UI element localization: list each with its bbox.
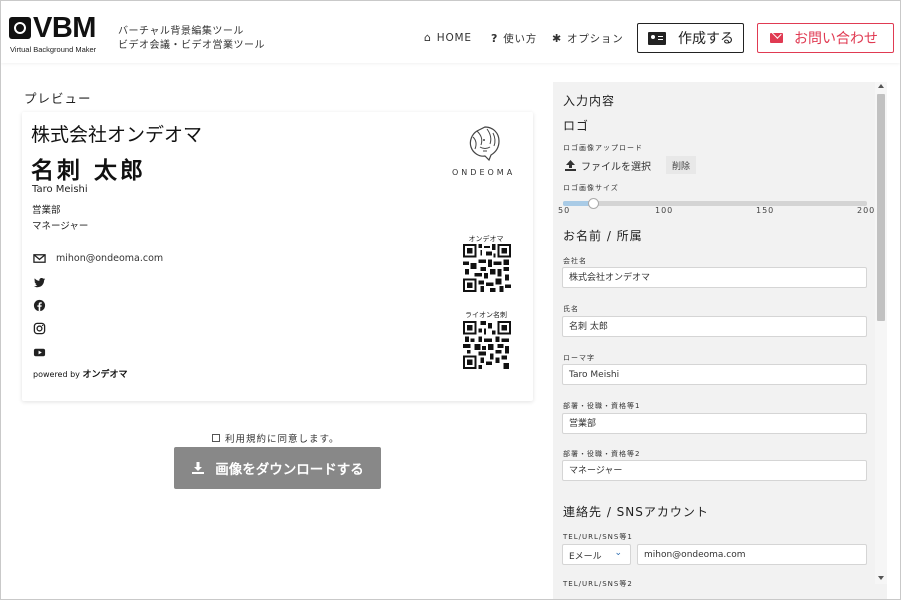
- card-company: 株式会社オンデオマ: [31, 124, 203, 146]
- youtube-icon: [33, 348, 46, 357]
- card-dept1: 営業部: [32, 205, 61, 216]
- business-card-preview: 株式会社オンデオマ 名刺 太郎 Taro Meishi 営業部 マネージャー m…: [22, 112, 533, 401]
- nav-home[interactable]: ⌂ HOME: [424, 31, 472, 44]
- download-icon: [192, 462, 205, 474]
- tel1-label: TEL/URL/SNS等1: [563, 533, 633, 541]
- download-button-label: 画像をダウンロードする: [215, 462, 364, 478]
- card-email-row: mihon@ondeoma.com: [33, 252, 163, 265]
- tagline-line2: ビデオ会議・ビデオ営業ツール: [118, 40, 265, 51]
- twitter-icon: [33, 277, 46, 288]
- dept1-label: 部署・役職・資格等1: [563, 402, 641, 410]
- contact-section-title: 連絡先 / SNSアカウント: [563, 505, 709, 519]
- nav-options-label: オプション: [567, 33, 624, 45]
- card-logo-text: ONDEOMA: [452, 168, 516, 177]
- logo-subtitle: Virtual Background Maker: [10, 45, 97, 54]
- logo-section-title: ロゴ: [563, 119, 590, 133]
- preview-title: プレビュー: [24, 91, 92, 106]
- terms-agree[interactable]: 利用規約に同意します。: [212, 431, 340, 445]
- home-icon: ⌂: [424, 31, 432, 44]
- romaji-label: ローマ字: [563, 354, 595, 362]
- question-icon: ?: [491, 32, 499, 45]
- powered-brand: オンデオマ: [82, 370, 128, 380]
- instagram-icon: [33, 322, 46, 335]
- download-button[interactable]: 画像をダウンロードする: [174, 447, 381, 489]
- logo-text: VBM: [33, 12, 96, 44]
- logo-size-slider[interactable]: [563, 198, 867, 209]
- file-select-label: ファイルを選択: [581, 162, 651, 173]
- header: VBM Virtual Background Maker バーチャル背景編集ツー…: [1, 1, 900, 63]
- file-select-button[interactable]: ファイルを選択: [564, 158, 651, 173]
- scroll-up-icon[interactable]: [878, 84, 884, 88]
- qr-code-2: [463, 321, 511, 369]
- nav-options[interactable]: ✱ オプション: [552, 31, 624, 46]
- dept2-label: 部署・役職・資格等2: [563, 450, 641, 458]
- tel1-value-field[interactable]: mihon@ondeoma.com: [637, 544, 867, 565]
- delete-logo-button[interactable]: 削除: [666, 156, 696, 174]
- scroll-down-icon[interactable]: [878, 576, 884, 580]
- id-card-icon: [648, 31, 666, 45]
- tel1-type-select[interactable]: Eメール ⌄: [562, 544, 631, 565]
- slider-tick-50: 50: [558, 206, 571, 215]
- create-button-label: 作成する: [678, 31, 734, 47]
- slider-tick-200: 200: [857, 206, 876, 215]
- powered-prefix: powered by: [33, 370, 80, 379]
- qr2-label: ライオン名刺: [465, 311, 507, 319]
- panel-scrollbar[interactable]: [875, 82, 887, 584]
- powered-by: powered by オンデオマ: [33, 367, 127, 380]
- qr-code-1: [463, 244, 511, 292]
- nav-home-label: HOME: [436, 32, 472, 44]
- qr1-label: オンデオマ: [468, 235, 504, 243]
- input-section-title: 入力内容: [563, 94, 616, 108]
- envelope-icon: [770, 33, 783, 43]
- logo-mark-icon: [9, 17, 31, 39]
- facebook-icon: [33, 299, 46, 312]
- mail-icon: [33, 254, 46, 263]
- card-name: 名刺 太郎: [31, 158, 147, 184]
- lion-logo-icon: [469, 126, 500, 162]
- card-email: mihon@ondeoma.com: [56, 253, 164, 264]
- company-label: 会社名: [563, 257, 587, 265]
- dept2-field[interactable]: マネージャー: [562, 460, 867, 481]
- contact-button-label: お問い合わせ: [794, 31, 878, 47]
- company-field[interactable]: 株式会社オンデオマ: [562, 267, 867, 288]
- upload-icon: [565, 160, 576, 171]
- tel2-label: TEL/URL/SNS等2: [563, 580, 633, 588]
- vbm-logo[interactable]: VBM Virtual Background Maker: [9, 12, 109, 59]
- logo-upload-label: ロゴ画像アップロード: [563, 144, 643, 152]
- slider-thumb[interactable]: [588, 198, 599, 209]
- asterisk-icon: ✱: [552, 32, 563, 45]
- logo-size-label: ロゴ画像サイズ: [563, 184, 619, 192]
- terms-agree-label: 利用規約に同意します。: [225, 434, 340, 445]
- scroll-thumb[interactable]: [877, 94, 885, 321]
- slider-tick-100: 100: [655, 206, 674, 215]
- tel1-type-value: Eメール: [569, 552, 602, 562]
- slider-tick-150: 150: [756, 206, 775, 215]
- tagline-line1: バーチャル背景編集ツール: [118, 26, 244, 37]
- create-button[interactable]: 作成する: [637, 23, 744, 53]
- name-field[interactable]: 名刺 太郎: [562, 316, 867, 337]
- name-label: 氏名: [563, 305, 579, 313]
- card-romaji: Taro Meishi: [32, 184, 88, 195]
- card-dept2: マネージャー: [32, 221, 89, 232]
- dept1-field[interactable]: 営業部: [562, 413, 867, 434]
- nav-howto-label: 使い方: [503, 33, 538, 45]
- chevron-down-icon: ⌄: [614, 548, 622, 558]
- app-window: VBM Virtual Background Maker バーチャル背景編集ツー…: [0, 0, 901, 600]
- tagline: バーチャル背景編集ツール ビデオ会議・ビデオ営業ツール: [118, 25, 265, 53]
- name-section-title: お名前 / 所属: [563, 229, 643, 243]
- nav-howto[interactable]: ? 使い方: [491, 31, 537, 46]
- terms-checkbox[interactable]: [212, 434, 220, 442]
- contact-button[interactable]: お問い合わせ: [757, 23, 894, 53]
- romaji-field[interactable]: Taro Meishi: [562, 364, 867, 385]
